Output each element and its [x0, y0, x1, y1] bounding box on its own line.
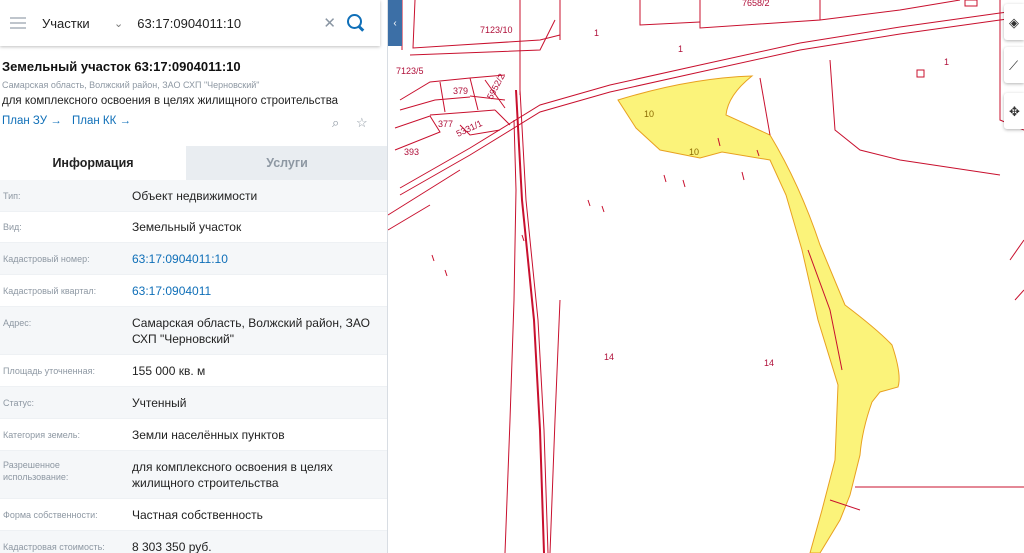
- compass-icon[interactable]: ✥: [1004, 93, 1024, 129]
- tab-bar: Информация Услуги: [0, 146, 387, 180]
- row-value: Частная собственность: [132, 507, 263, 522]
- row-label: Категория земель:: [3, 429, 80, 440]
- row-label: Разрешенное использование:: [3, 460, 69, 482]
- parcel-links: План ЗУ → План КК → ⌕ ☆: [0, 115, 387, 131]
- tab-info[interactable]: Информация: [0, 146, 186, 180]
- search-input[interactable]: 63:17:0904011:10: [137, 16, 323, 31]
- row-cadastral-value: Кадастровая стоимость: 8 303 350 руб.: [0, 531, 387, 553]
- row-label: Вид:: [3, 222, 22, 232]
- star-icon[interactable]: ☆: [356, 115, 368, 131]
- svg-text:1: 1: [944, 57, 949, 67]
- row-label: Тип:: [3, 190, 21, 201]
- row-type: Тип: Объект недвижимости: [0, 180, 387, 212]
- svg-text:14: 14: [604, 352, 614, 362]
- row-cadastral-quarter: Кадастровый квартал: 63:17:0904011: [0, 275, 387, 307]
- row-label: Адрес:: [3, 318, 32, 328]
- tab-services[interactable]: Услуги: [186, 146, 387, 180]
- row-permitted-use: Разрешенное использование: для комплексн…: [0, 451, 387, 499]
- svg-text:1: 1: [594, 28, 599, 38]
- row-cadastral-number: Кадастровый номер: 63:17:0904011:10: [0, 243, 387, 275]
- layers-icon[interactable]: ◈: [1004, 4, 1024, 40]
- parcel-header: Земельный участок 63:17:0904011:10 Самар…: [0, 58, 387, 131]
- row-value: Самарская область, Волжский район, ЗАО С…: [132, 316, 370, 346]
- row-label: Площадь уточненная:: [3, 365, 95, 376]
- search-bar: Участки ⌄ 63:17:0904011:10 ✕: [0, 0, 380, 46]
- parcel-address: Самарская область, Волжский район, ЗАО С…: [2, 80, 260, 90]
- info-panel: Земельный участок 63:17:0904011:10 Самар…: [0, 0, 388, 553]
- parcel-title: Земельный участок 63:17:0904011:10: [2, 59, 241, 74]
- row-kind: Вид: Земельный участок: [0, 212, 387, 243]
- svg-text:7658/2: 7658/2: [742, 0, 770, 8]
- svg-text:379: 379: [453, 86, 468, 96]
- svg-text:7123/10: 7123/10: [480, 25, 513, 35]
- menu-icon[interactable]: [10, 17, 26, 29]
- row-value: Объект недвижимости: [132, 188, 258, 203]
- row-ownership: Форма собственности: Частная собственнос…: [0, 499, 387, 531]
- svg-text:393: 393: [404, 147, 419, 157]
- svg-text:10: 10: [644, 109, 654, 119]
- chevron-left-icon[interactable]: ‹: [388, 0, 402, 46]
- zoom-to-icon[interactable]: ⌕: [332, 115, 339, 131]
- svg-text:7123/5: 7123/5: [396, 66, 424, 76]
- row-value: 8 303 350 руб.: [132, 539, 212, 553]
- row-value: 155 000 кв. м: [132, 363, 206, 378]
- search-type-select[interactable]: Участки: [42, 16, 112, 31]
- svg-text:14: 14: [764, 358, 774, 368]
- svg-text:10: 10: [689, 147, 699, 157]
- row-address: Адрес: Самарская область, Волжский район…: [0, 307, 387, 355]
- row-value: Земли населённых пунктов: [132, 427, 285, 442]
- search-icon[interactable]: [346, 13, 366, 33]
- svg-text:1: 1: [678, 44, 683, 54]
- parcel-purpose: для комплексного освоения в целях жилищн…: [2, 95, 339, 107]
- plan-zu-link[interactable]: План ЗУ →: [2, 115, 62, 127]
- close-icon[interactable]: ✕: [323, 14, 336, 32]
- row-value: для комплексного освоения в целях жилищн…: [132, 460, 333, 490]
- ruler-icon[interactable]: ⟋: [1004, 47, 1024, 83]
- row-label: Кадастровая стоимость:: [3, 541, 105, 552]
- row-land-category: Категория земель: Земли населённых пункт…: [0, 419, 387, 451]
- cadastral-quarter-link[interactable]: 63:17:0904011: [132, 284, 387, 298]
- attribute-list: Тип: Объект недвижимости Вид: Земельный …: [0, 180, 387, 553]
- plan-kk-link[interactable]: План КК →: [72, 115, 131, 127]
- row-value: Земельный участок: [132, 220, 242, 234]
- svg-text:5331/1: 5331/1: [455, 118, 484, 139]
- row-label: Кадастровый квартал:: [3, 285, 97, 296]
- row-label: Статус:: [3, 397, 34, 408]
- row-area: Площадь уточненная: 155 000 кв. м: [0, 355, 387, 387]
- chevron-down-icon[interactable]: ⌄: [114, 17, 123, 30]
- svg-text:377: 377: [438, 119, 453, 129]
- cadastral-number-link[interactable]: 63:17:0904011:10: [132, 252, 387, 266]
- row-status: Статус: Учтенный: [0, 387, 387, 419]
- row-label: Кадастровый номер:: [3, 253, 90, 264]
- row-label: Форма собственности:: [3, 509, 98, 520]
- row-value: Учтенный: [132, 395, 187, 410]
